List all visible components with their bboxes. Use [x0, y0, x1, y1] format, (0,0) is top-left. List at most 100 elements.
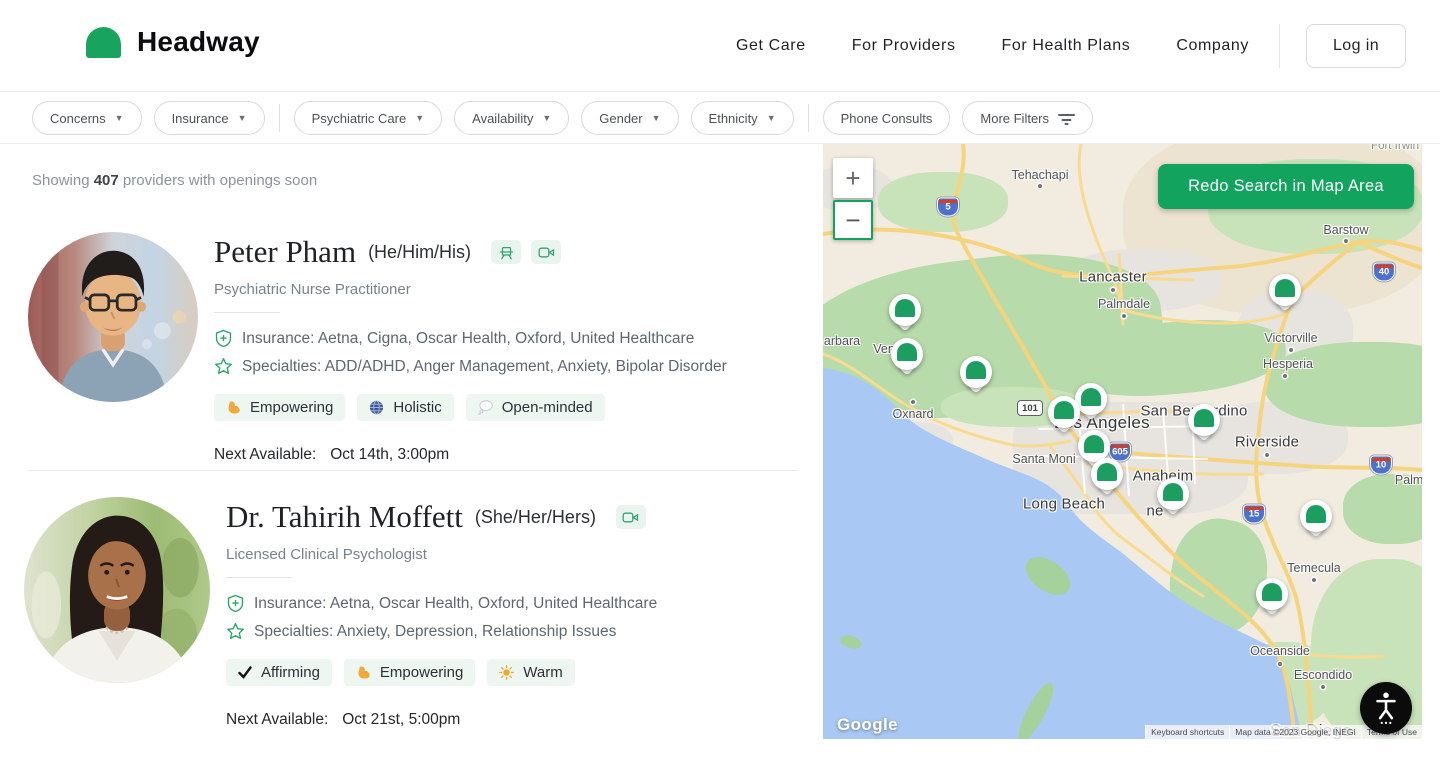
accessibility-widget-button[interactable] [1360, 682, 1412, 734]
provider-details: Peter Pham (He/Him/His) Psychiatric [214, 232, 727, 464]
map-label-palm-springs: Palm S [1395, 473, 1422, 487]
card-divider [28, 470, 798, 471]
map-pin[interactable] [959, 356, 993, 400]
town-dot [1283, 374, 1287, 378]
filter-concerns[interactable]: Concerns▼ [32, 101, 142, 135]
map-label-santa-barbara: arbara [824, 334, 860, 348]
map-label-barstow: Barstow [1323, 223, 1368, 237]
headway-logo[interactable]: Headway [86, 26, 260, 58]
badge-affirming: Affirming [226, 659, 332, 686]
town-dot [1344, 239, 1348, 243]
nav-divider [1279, 24, 1280, 68]
chevron-down-icon: ▼ [767, 113, 776, 123]
keyboard-shortcuts-link[interactable]: Keyboard shortcuts [1145, 725, 1229, 739]
map-label-hesperia: Hesperia [1263, 357, 1313, 371]
accessibility-person-icon [1372, 691, 1400, 725]
map-label-escondido: Escondido [1294, 668, 1352, 682]
provider-name[interactable]: Dr. Tahirih Moffett [226, 499, 463, 535]
map-zoom-out-button[interactable]: − [833, 200, 873, 240]
specialties-star-icon [214, 357, 233, 376]
badge-warm: Warm [487, 659, 574, 686]
headway-dome-icon [86, 27, 121, 58]
map-pin[interactable] [1047, 396, 1081, 440]
nav-company[interactable]: Company [1176, 37, 1249, 55]
map-label-oceanside: Oceanside [1250, 644, 1310, 658]
provider-photo[interactable] [24, 497, 210, 683]
filter-more-filters[interactable]: More Filters [962, 101, 1093, 135]
provider-pronouns: (He/Him/His) [368, 242, 471, 263]
town-dot [1111, 288, 1115, 292]
video-camera-icon [531, 240, 561, 264]
map-pin[interactable] [1299, 500, 1333, 544]
divider [226, 577, 292, 578]
map-pin[interactable] [1187, 404, 1221, 448]
map-label-riverside: Riverside [1235, 434, 1299, 451]
interstate-40-shield-icon: 40 [1373, 263, 1395, 282]
provider-photo[interactable] [28, 232, 198, 402]
google-map[interactable]: Fort Irwin Tehachapi Barstow Lancaster P… [823, 144, 1422, 739]
insurance-list: Insurance: Aetna, Cigna, Oscar Health, O… [242, 330, 694, 348]
map-label-oxnard: Oxnard [893, 407, 934, 421]
provider-pronouns: (She/Her/Hers) [475, 507, 596, 528]
map-label-fort-irwin: Fort Irwin [1371, 144, 1419, 152]
filter-psychiatric-care[interactable]: Psychiatric Care▼ [294, 101, 443, 135]
insurance-shield-icon [226, 594, 245, 613]
town-dot [1321, 685, 1325, 689]
nav-get-care[interactable]: Get Care [736, 37, 806, 55]
next-available: Next Available:Oct 21st, 5:00pm [226, 711, 657, 729]
chevron-down-icon: ▼ [542, 113, 551, 123]
map-pin[interactable] [1255, 578, 1289, 622]
map-zoom-in-button[interactable]: + [833, 158, 873, 198]
town-dot [911, 400, 915, 404]
map-label-tehachapi: Tehachapi [1012, 168, 1069, 182]
map-pin[interactable] [890, 338, 924, 382]
town-dot [1122, 314, 1126, 318]
tahirih-moffett-portrait [24, 497, 210, 683]
map-data-credit: Map data ©2023 Google, INEGI [1229, 725, 1361, 739]
login-button[interactable]: Log in [1306, 24, 1406, 68]
filter-phone-consults[interactable]: Phone Consults [823, 101, 951, 135]
filter-ethnicity[interactable]: Ethnicity▼ [691, 101, 794, 135]
results-count: 407 [94, 172, 119, 189]
provider-credential: Psychiatric Nurse Practitioner [214, 281, 727, 298]
map-pin[interactable] [1268, 274, 1302, 318]
flexed-biceps-emoji [226, 400, 241, 415]
map-pin[interactable] [888, 294, 922, 338]
filter-bar: Concerns▼ Insurance▼ Psychiatric Care▼ A… [0, 93, 1440, 144]
filter-insurance[interactable]: Insurance▼ [154, 101, 265, 135]
nav-for-health-plans[interactable]: For Health Plans [1002, 37, 1131, 55]
map-label-victorville: Victorville [1264, 331, 1317, 345]
flexed-biceps-emoji [356, 665, 371, 680]
specialties-list: Specialties: ADD/ADHD, Anger Management,… [242, 358, 727, 376]
provider-card: Dr. Tahirih Moffett (She/Her/Hers) Licen… [24, 497, 657, 729]
results-count-line: Showing 407 providers with openings soon [32, 172, 317, 189]
insurance-shield-icon [214, 329, 233, 348]
town-dot [1038, 184, 1042, 188]
in-person-chair-icon [491, 240, 521, 264]
specialties-star-icon [226, 622, 245, 641]
chevron-down-icon: ▼ [238, 113, 247, 123]
specialties-list: Specialties: Anxiety, Depression, Relati… [254, 623, 616, 641]
main-nav: Get Care For Providers For Health Plans … [690, 0, 1406, 92]
filter-availability[interactable]: Availability▼ [454, 101, 569, 135]
town-dot [1289, 348, 1293, 352]
provider-name[interactable]: Peter Pham [214, 234, 356, 270]
badge-open-minded: Open-minded [466, 394, 605, 421]
interstate-10-shield-icon: 10 [1370, 456, 1392, 475]
map-pin[interactable] [1090, 458, 1124, 502]
town-dot [1278, 662, 1282, 666]
google-logo[interactable]: Google [837, 715, 898, 735]
redo-search-button[interactable]: Redo Search in Map Area [1158, 164, 1414, 209]
filter-gender[interactable]: Gender▼ [581, 101, 678, 135]
town-dot [1265, 453, 1269, 457]
chevron-down-icon: ▼ [115, 113, 124, 123]
map-label-lancaster: Lancaster [1079, 269, 1147, 286]
map-label-santa-monica: Santa Moni [1012, 452, 1075, 466]
map-pin[interactable] [1156, 478, 1190, 522]
map-label-palmdale: Palmdale [1098, 297, 1150, 311]
chevron-down-icon: ▼ [652, 113, 661, 123]
nav-for-providers[interactable]: For Providers [852, 37, 956, 55]
personality-badges: Empowering Holistic Open-minded [214, 394, 727, 421]
town-dot [1312, 578, 1316, 582]
personality-badges: Affirming Empowering Warm [226, 659, 657, 686]
